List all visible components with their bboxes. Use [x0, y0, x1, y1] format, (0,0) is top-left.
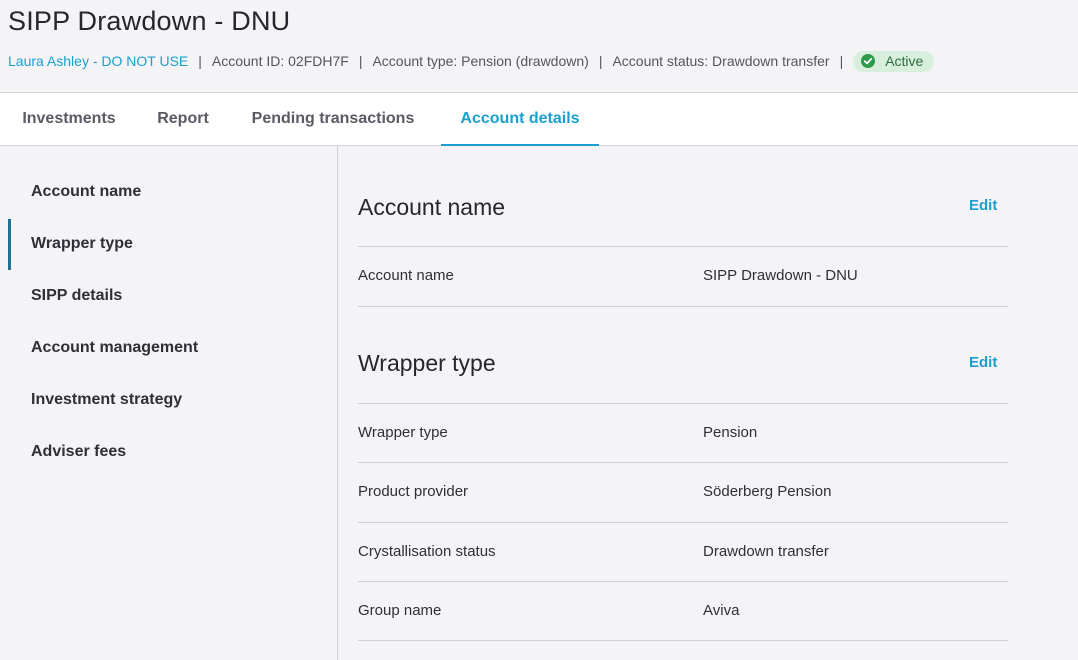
status-badge: Active [853, 50, 935, 72]
sidebar-item-account-name[interactable]: Account name [31, 183, 141, 201]
account-name-section-title: Account name [358, 194, 506, 220]
section-sidebar: Account name Wrapper type SIPP details A… [0, 146, 338, 660]
sidebar-active-indicator [8, 219, 11, 270]
tab-pending-transactions[interactable]: Pending transactions [236, 93, 430, 146]
meta-separator: | [598, 53, 603, 69]
account-name-label: Account name [358, 267, 454, 284]
sidebar-item-investment-strategy[interactable]: Investment strategy [31, 391, 182, 409]
sidebar-item-sipp-details[interactable]: SIPP details [31, 287, 122, 305]
client-name-link[interactable]: Laura Ashley - DO NOT USE [8, 53, 188, 69]
crystallisation-status-label: Crystallisation status [358, 543, 496, 560]
divider [358, 640, 1008, 641]
crystallisation-status-value: Drawdown transfer [703, 543, 829, 560]
wrapper-type-edit-button[interactable]: Edit [969, 354, 997, 371]
divider [358, 306, 1008, 307]
sidebar-item-wrapper-type[interactable]: Wrapper type [31, 235, 133, 253]
tab-account-details[interactable]: Account details [441, 93, 599, 146]
meta-separator: | [358, 53, 363, 69]
divider [358, 462, 1008, 463]
meta-separator: | [198, 53, 202, 69]
group-name-value: Aviva [703, 602, 740, 619]
divider [358, 246, 1008, 247]
account-status: Account status: Drawdown transfer [612, 53, 830, 69]
product-provider-label: Product provider [358, 483, 469, 500]
check-circle-icon [861, 54, 876, 68]
page-title: SIPP Drawdown - DNU [8, 6, 291, 36]
account-header: SIPP Drawdown - DNU Laura Ashley - DO NO… [0, 0, 1078, 92]
group-name-label: Group name [358, 602, 442, 619]
account-type: Account type: Pension (drawdown) [372, 53, 589, 69]
wrapper-type-label: Wrapper type [358, 424, 448, 441]
meta-separator: | [839, 53, 844, 69]
divider [358, 403, 1008, 404]
tab-bar: Investments Report Pending transactions … [0, 92, 1078, 146]
tab-investments[interactable]: Investments [8, 93, 130, 146]
status-badge-label: Active [885, 53, 924, 69]
account-name-edit-button[interactable]: Edit [969, 197, 997, 214]
account-id: Account ID: 02FDH7F [211, 53, 349, 69]
divider [358, 522, 1008, 523]
tab-report[interactable]: Report [140, 93, 226, 146]
wrapper-type-value: Pension [703, 424, 758, 441]
wrapper-type-section-title: Wrapper type [358, 350, 496, 376]
account-meta-bar: Laura Ashley - DO NOT USE | Account ID: … [8, 50, 935, 72]
product-provider-value: Söderberg Pension [703, 483, 832, 500]
account-name-value: SIPP Drawdown - DNU [703, 267, 858, 284]
sidebar-item-account-management[interactable]: Account management [31, 339, 198, 357]
divider [358, 581, 1008, 582]
sidebar-item-adviser-fees[interactable]: Adviser fees [31, 443, 126, 461]
